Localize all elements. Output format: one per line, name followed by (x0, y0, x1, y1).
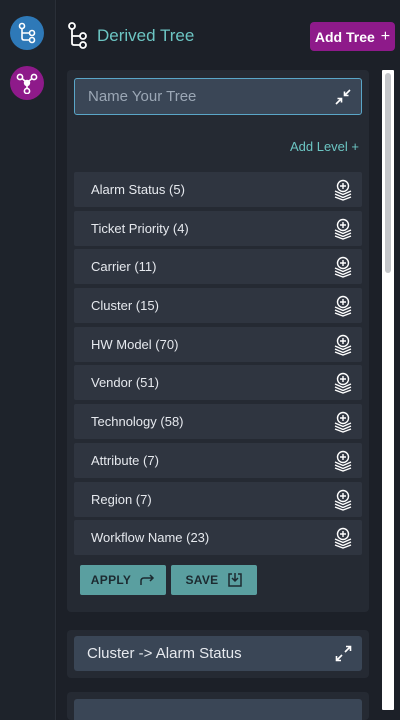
add-layer-icon[interactable] (333, 372, 353, 395)
header: Derived Tree Add Tree + (57, 0, 400, 70)
plus-icon: + (380, 27, 391, 45)
add-layer-icon[interactable] (333, 218, 353, 240)
add-layer-icon[interactable] (333, 334, 353, 356)
save-label: SAVE (185, 573, 219, 587)
tree-editor-panel: Add Level + Alarm Status (5) Ticket Prior… (67, 70, 369, 612)
apply-label: APPLY (90, 573, 132, 587)
level-list: Alarm Status (5) Ticket Priority (4) Carri… (74, 172, 362, 559)
tree-view-button[interactable] (10, 16, 44, 50)
save-icon (227, 573, 242, 587)
tree-name-input[interactable] (88, 88, 318, 105)
tree-name-field[interactable] (74, 78, 362, 115)
level-item[interactable]: Carrier (11) (74, 249, 362, 285)
add-layer-icon[interactable] (333, 295, 353, 317)
level-item-label: Ticket Priority (4) (91, 220, 189, 236)
level-item[interactable]: Ticket Priority (4) (74, 210, 362, 246)
level-item[interactable]: Vendor (51) (74, 365, 362, 401)
level-item[interactable]: Attribute (7) (74, 442, 362, 478)
level-item-label: Vendor (51) (91, 375, 159, 391)
level-item[interactable]: Alarm Status (5) (74, 172, 362, 207)
scrollbar[interactable] (382, 70, 394, 710)
graph-view-button[interactable] (10, 66, 44, 100)
level-item-label: Cluster (15) (91, 298, 159, 314)
add-layer-icon[interactable] (333, 450, 353, 472)
collapse-icon[interactable] (335, 89, 351, 105)
main-panel: Derived Tree Add Tree + Add Level + Alar… (57, 0, 400, 720)
level-item[interactable]: Workflow Name (23) (74, 520, 362, 556)
add-layer-icon[interactable] (333, 527, 353, 549)
add-tree-label: Add Tree (314, 28, 375, 45)
tree-icon (68, 22, 87, 49)
level-item[interactable]: Region (7) (74, 481, 362, 517)
saved-tree-item-partial[interactable] (74, 699, 362, 720)
add-layer-icon[interactable] (333, 256, 353, 279)
left-rail (0, 0, 56, 720)
saved-tree-item[interactable]: Cluster -> Alarm Status (74, 636, 362, 671)
expand-icon[interactable] (335, 645, 352, 662)
level-item-label: HW Model (70) (91, 336, 179, 352)
level-item[interactable]: Technology (58) (74, 404, 362, 440)
add-layer-icon[interactable] (333, 179, 353, 201)
saved-tree-card-partial (67, 692, 369, 720)
saved-tree-card: Cluster -> Alarm Status (67, 630, 369, 678)
level-item-label: Attribute (7) (91, 452, 159, 468)
level-item-label: Carrier (11) (91, 259, 157, 275)
redo-arrow-icon (140, 574, 155, 585)
level-item-label: Workflow Name (23) (91, 530, 210, 546)
add-level-link[interactable]: Add Level + (290, 139, 359, 154)
editor-actions: APPLY SAVE (80, 565, 257, 595)
tree-icon (18, 22, 36, 44)
add-layer-icon[interactable] (333, 411, 353, 433)
level-item[interactable]: Cluster (15) (74, 288, 362, 324)
add-layer-icon[interactable] (333, 489, 353, 511)
save-button[interactable]: SAVE (171, 565, 257, 595)
scrollbar-thumb[interactable] (385, 73, 391, 273)
graph-icon (16, 73, 38, 94)
level-item[interactable]: HW Model (70) (74, 326, 362, 362)
page-title: Derived Tree (97, 26, 195, 45)
add-tree-button[interactable]: Add Tree + (310, 22, 395, 51)
apply-button[interactable]: APPLY (80, 565, 166, 595)
level-item-label: Technology (58) (91, 414, 184, 430)
level-item-label: Region (7) (91, 491, 152, 507)
saved-tree-label: Cluster -> Alarm Status (87, 645, 242, 662)
level-item-label: Alarm Status (5) (91, 182, 185, 197)
